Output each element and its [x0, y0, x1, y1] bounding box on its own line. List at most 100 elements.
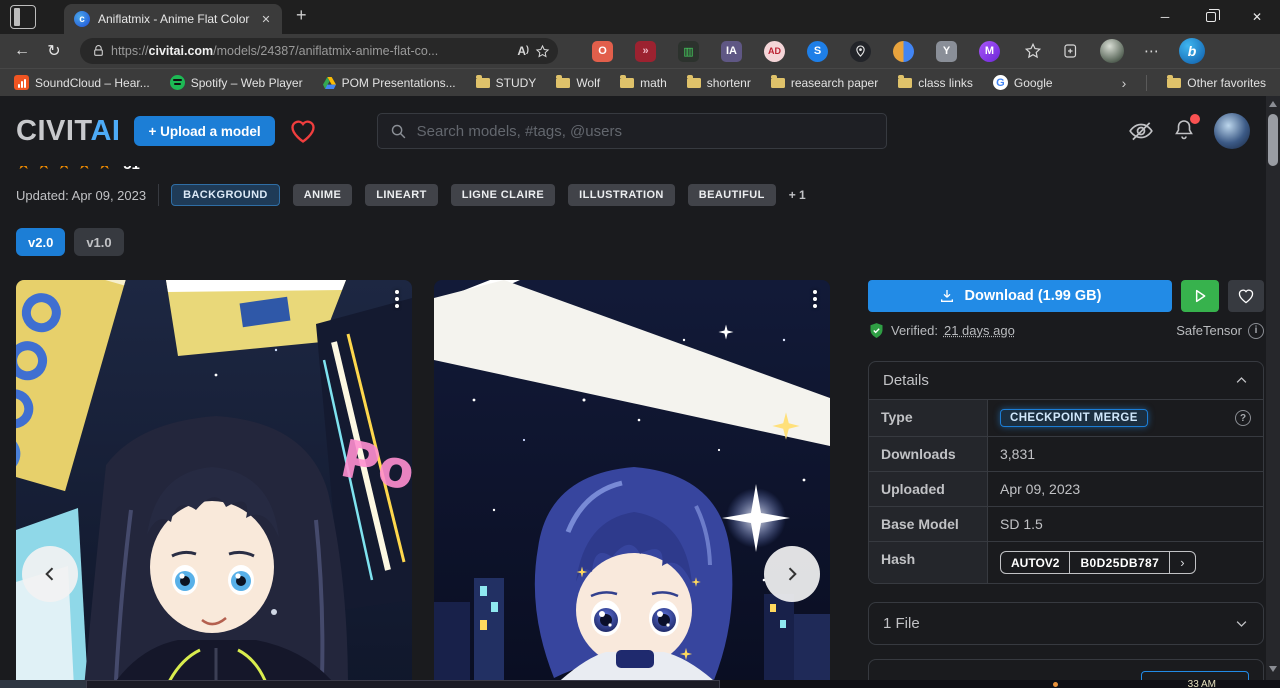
- files-panel[interactable]: 1 File: [868, 602, 1264, 645]
- tag-ligne-claire[interactable]: LIGNE CLAIRE: [451, 184, 555, 206]
- window-minimize-button[interactable]: ─: [1142, 0, 1188, 34]
- checkpoint-merge-badge[interactable]: CHECKPOINT MERGE: [1000, 409, 1148, 427]
- tab-close-icon[interactable]: ✕: [258, 11, 274, 27]
- upload-model-button[interactable]: + Upload a model: [134, 116, 274, 146]
- help-question-icon[interactable]: ?: [1235, 410, 1251, 426]
- video-speed-extension-icon[interactable]: »: [635, 41, 656, 62]
- folder-icon: [898, 78, 912, 88]
- search-icon: [390, 123, 407, 140]
- tag-lineart[interactable]: LINEART: [365, 184, 437, 206]
- info-icon[interactable]: i: [1248, 323, 1264, 339]
- image-1-options-menu-icon[interactable]: [395, 290, 399, 308]
- scrollbar-down-arrow[interactable]: [1269, 666, 1277, 672]
- bookmark-folder-math[interactable]: math: [620, 76, 667, 90]
- browser-profile-avatar[interactable]: [1100, 39, 1124, 63]
- downloads-value: 3,831: [987, 437, 1263, 471]
- chevron-down-icon[interactable]: [1234, 616, 1249, 631]
- gallery-image-2[interactable]: [434, 280, 830, 680]
- read-aloud-icon[interactable]: A): [517, 44, 529, 58]
- tampermonkey-extension-icon[interactable]: ▥: [678, 41, 699, 62]
- hash-value[interactable]: B0D25DB787: [1069, 552, 1169, 573]
- back-button[interactable]: ←: [10, 42, 34, 60]
- window-restore-button[interactable]: [1188, 0, 1234, 34]
- tags-more[interactable]: + 1: [789, 188, 806, 202]
- hide-content-eye-off-icon[interactable]: [1128, 118, 1154, 144]
- gallery-next-arrow[interactable]: [764, 546, 820, 602]
- folder-icon: [771, 78, 785, 88]
- shazam-extension-icon[interactable]: S: [807, 41, 828, 62]
- browser-tab[interactable]: c Aniflatmix - Anime Flat Color Sty ✕: [64, 4, 282, 34]
- tab-actions-icon[interactable]: [10, 5, 36, 29]
- tag-illustration[interactable]: ILLUSTRATION: [568, 184, 675, 206]
- bookmark-spotify[interactable]: Spotify – Web Player: [170, 75, 303, 90]
- bookmark-folder-wolf[interactable]: Wolf: [556, 76, 600, 90]
- adguard-extension-icon[interactable]: AD: [764, 41, 785, 62]
- scrollbar-thumb[interactable]: [1268, 114, 1278, 166]
- ia-extension-icon[interactable]: IA: [721, 41, 742, 62]
- notifications-bell[interactable]: [1172, 117, 1196, 146]
- version-v2-button[interactable]: v2.0: [16, 228, 65, 256]
- collections-icon[interactable]: [1062, 42, 1080, 60]
- version-v1-button[interactable]: v1.0: [74, 228, 123, 256]
- bookmark-folder-classlinks[interactable]: class links: [898, 76, 973, 90]
- tab-title: Aniflatmix - Anime Flat Color Sty: [98, 12, 250, 26]
- search-bar[interactable]: [377, 113, 887, 149]
- chevron-right-icon: [782, 564, 802, 584]
- hash-pill[interactable]: AUTOV2 B0D25DB787 ›: [1000, 551, 1196, 574]
- refresh-button[interactable]: ↻: [42, 41, 66, 61]
- verified-label: Verified:: [891, 323, 938, 338]
- other-favorites[interactable]: Other favorites: [1167, 76, 1266, 90]
- tag-background[interactable]: BACKGROUND: [171, 184, 280, 206]
- bookmark-folder-research[interactable]: reasearch paper: [771, 76, 878, 90]
- browser-menu-icon[interactable]: ⋯: [1144, 42, 1159, 60]
- bookmark-folder-shortenr[interactable]: shortenr: [687, 76, 751, 90]
- add-review-button[interactable]: Add Review: [1141, 671, 1249, 680]
- scrollbar-up-arrow[interactable]: [1269, 101, 1277, 107]
- uploaded-label: Uploaded: [869, 472, 987, 506]
- page-scrollbar[interactable]: [1266, 96, 1280, 680]
- address-bar[interactable]: https://civitai.com/models/24387/aniflat…: [80, 38, 558, 64]
- details-header[interactable]: Details: [869, 362, 1263, 399]
- bookmarks-overflow-chevron-icon[interactable]: ›: [1122, 75, 1127, 91]
- google-icon: G: [993, 75, 1008, 90]
- favorite-model-button[interactable]: [1228, 280, 1264, 312]
- gallery-prev-arrow[interactable]: [22, 546, 78, 602]
- bookmark-soundcloud[interactable]: SoundCloud – Hear...: [14, 75, 150, 90]
- spotify-icon: [170, 75, 185, 90]
- detail-row-downloads: Downloads 3,831: [869, 436, 1263, 471]
- lock-icon: [92, 44, 105, 58]
- download-button[interactable]: Download (1.99 GB): [868, 280, 1172, 312]
- window-close-button[interactable]: ✕: [1234, 0, 1280, 34]
- civitai-logo[interactable]: CIVITAI: [16, 115, 120, 148]
- tag-beautiful[interactable]: BEAUTIFUL: [688, 184, 776, 206]
- hash-algo: AUTOV2: [1001, 552, 1069, 573]
- files-label: 1 File: [883, 615, 920, 632]
- run-model-button[interactable]: [1181, 280, 1219, 312]
- translate-globe-extension-icon[interactable]: [893, 41, 914, 62]
- bookmark-google[interactable]: GGoogle: [993, 75, 1053, 90]
- bing-sidebar-icon[interactable]: b: [1179, 38, 1205, 64]
- gallery-image-1[interactable]: Po: [16, 280, 412, 680]
- bookmark-folder-study[interactable]: STUDY: [476, 76, 537, 90]
- favorites-star-icon[interactable]: [1024, 42, 1042, 60]
- new-tab-button[interactable]: +: [296, 5, 307, 26]
- downloads-label: Downloads: [869, 437, 987, 471]
- location-pin-extension-icon[interactable]: [850, 41, 871, 62]
- detail-row-base-model: Base Model SD 1.5: [869, 506, 1263, 541]
- details-title: Details: [883, 372, 929, 389]
- tag-anime[interactable]: ANIME: [293, 184, 352, 206]
- monica-extension-icon[interactable]: M: [979, 41, 1000, 62]
- hash-chevron-icon[interactable]: ›: [1169, 552, 1194, 573]
- heart-nav-icon[interactable]: [289, 118, 317, 144]
- onetab-extension-icon[interactable]: O: [592, 41, 613, 62]
- folder-icon: [687, 78, 701, 88]
- add-favorite-star-icon[interactable]: [535, 44, 550, 59]
- verified-time-link[interactable]: 21 days ago: [944, 323, 1015, 338]
- chevron-up-icon[interactable]: [1234, 373, 1249, 388]
- y-extension-icon[interactable]: Y: [936, 41, 957, 62]
- play-icon: [1192, 288, 1208, 304]
- bookmark-pom[interactable]: POM Presentations...: [323, 76, 456, 90]
- image-2-options-menu-icon[interactable]: [813, 290, 817, 308]
- user-avatar[interactable]: [1214, 113, 1250, 149]
- search-input[interactable]: [417, 123, 874, 140]
